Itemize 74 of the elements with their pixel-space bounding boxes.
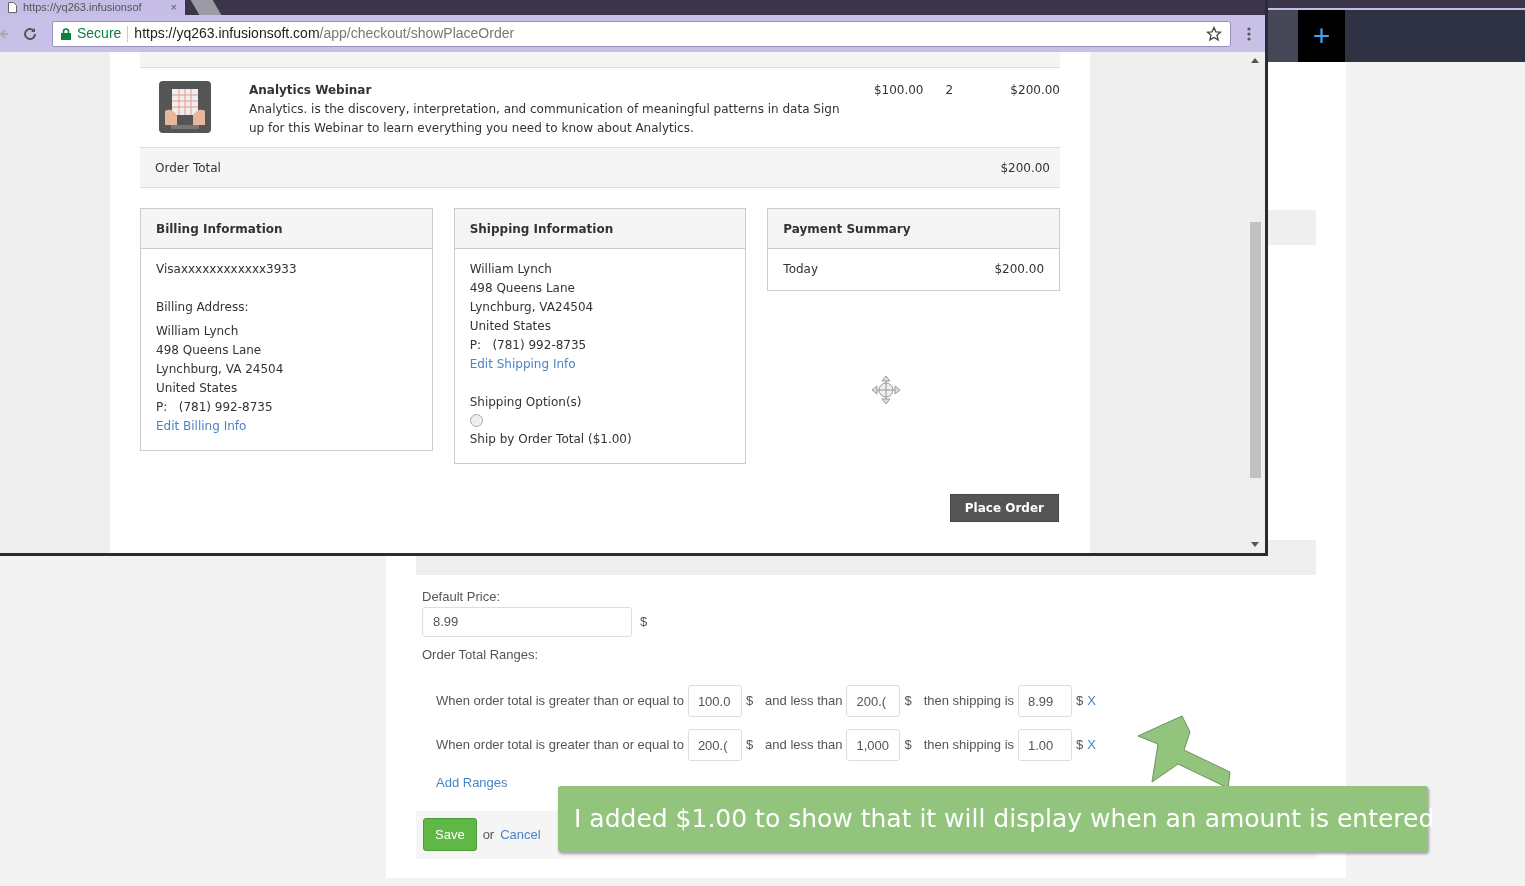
option-label: Ship by Order Total ($1.00) xyxy=(469,432,632,446)
menu-icon[interactable] xyxy=(1247,26,1251,41)
lock-icon xyxy=(61,27,71,40)
currency-text: $ xyxy=(745,736,754,755)
cancel-link[interactable]: Cancel xyxy=(500,824,541,845)
currency-text: $ xyxy=(904,736,912,755)
card-number: Visaxxxxxxxxxxxx3933 xyxy=(156,262,297,276)
range-label: and less than xyxy=(765,736,843,755)
price-input[interactable]: 8.99 xyxy=(422,606,632,637)
card-header: Shipping Information xyxy=(454,209,746,249)
close-icon[interactable]: × xyxy=(170,0,177,15)
address-line: 498 Queens Lane xyxy=(156,343,262,357)
range-input[interactable]: 200.( xyxy=(687,729,742,761)
address-line: Lynchburg, VA 24504 xyxy=(156,362,284,376)
edit-billing-link[interactable]: Edit Billing Info xyxy=(156,419,247,433)
remove-link[interactable]: X xyxy=(1087,691,1096,711)
arrow-icon xyxy=(1136,714,1232,786)
page-icon xyxy=(8,2,17,13)
address-line: 498 Queens Lane xyxy=(469,281,575,295)
address-line: United States xyxy=(469,319,551,333)
address-line: William Lynch xyxy=(469,262,552,276)
range-label: and less than xyxy=(765,692,843,711)
address-label: Billing Address: xyxy=(156,300,249,314)
place-order-button[interactable]: Place Order xyxy=(949,494,1059,522)
options-label: Shipping Option(s) xyxy=(469,395,582,409)
edit-shipping-link[interactable]: Edit Shipping Info xyxy=(469,357,576,371)
range-input[interactable]: 1.00 xyxy=(1018,729,1073,761)
range-input[interactable]: 1,000 xyxy=(846,729,901,761)
or-text: or xyxy=(482,825,495,844)
phone-text: P: (781) 992-8735 xyxy=(156,400,273,414)
currency-text: $ xyxy=(904,692,912,711)
range-input[interactable]: 200.( xyxy=(846,685,901,717)
card-header: Billing Information xyxy=(141,209,432,249)
quantity-cell: 2 xyxy=(945,83,954,97)
summary-label: Today xyxy=(783,261,819,278)
total-cell: $200.00 xyxy=(1010,83,1060,97)
browser-tab[interactable]: https://yq263.infusionsof × xyxy=(0,0,185,15)
product-name: Analytics Webinar xyxy=(249,82,373,99)
remove-link[interactable]: X xyxy=(1087,735,1096,755)
product-image xyxy=(159,81,211,133)
add-button[interactable]: + xyxy=(1298,10,1345,62)
range-label: When order total is greater than or equal to xyxy=(436,692,684,711)
range-label: When order total is greater than or equal to xyxy=(436,736,684,755)
order-total-label: Order Total xyxy=(155,159,221,177)
order-total-value: $200.00 xyxy=(1000,159,1050,177)
address-line: Lynchburg, VA24504 xyxy=(469,300,594,314)
field-label: Default Price: xyxy=(422,588,502,606)
add-ranges-link[interactable]: Add Ranges xyxy=(436,775,508,790)
range-label: then shipping is xyxy=(923,736,1015,755)
currency-text: $ xyxy=(1076,692,1084,711)
security-label: Secure xyxy=(77,24,122,43)
range-label: then shipping is xyxy=(923,692,1015,711)
price-cell: $100.00 xyxy=(873,83,924,97)
scroll-down-icon[interactable] xyxy=(1251,542,1259,547)
tab-title: https://yq263.infusionsof xyxy=(23,0,143,15)
reload-icon[interactable] xyxy=(22,25,38,42)
scroll-thumb[interactable] xyxy=(1250,222,1261,478)
address-line: United States xyxy=(156,381,238,395)
move-icon xyxy=(871,375,901,405)
phone-text: P: (781) 992-8735 xyxy=(469,338,587,352)
currency-text: $ xyxy=(640,612,648,631)
range-input[interactable]: 100.0 xyxy=(687,685,742,717)
field-label: Order Total Ranges: xyxy=(422,645,540,664)
address-bar[interactable]: Secure https://yq263.infusionsoft.com/app/checkout/showPlaceOrder xyxy=(52,20,1231,47)
range-input[interactable]: 8.99 xyxy=(1018,685,1073,717)
star-icon[interactable] xyxy=(1206,25,1222,42)
url-text: https://yq263.infusionsoft.com/app/checkout/showPlaceOrder xyxy=(134,24,516,43)
radio-button[interactable] xyxy=(469,414,483,427)
summary-value: $200.00 xyxy=(994,261,1044,278)
product-description: Analytics. is the discovery, interpretation, and communication of meaningful patterns in data Sign up for this Webinar to learn everything you need to know about Analytics. xyxy=(249,101,841,137)
currency-text: $ xyxy=(1076,736,1084,755)
currency-text: $ xyxy=(745,692,754,711)
address-line: William Lynch xyxy=(156,324,239,338)
card-header: Payment Summary xyxy=(768,209,1059,249)
